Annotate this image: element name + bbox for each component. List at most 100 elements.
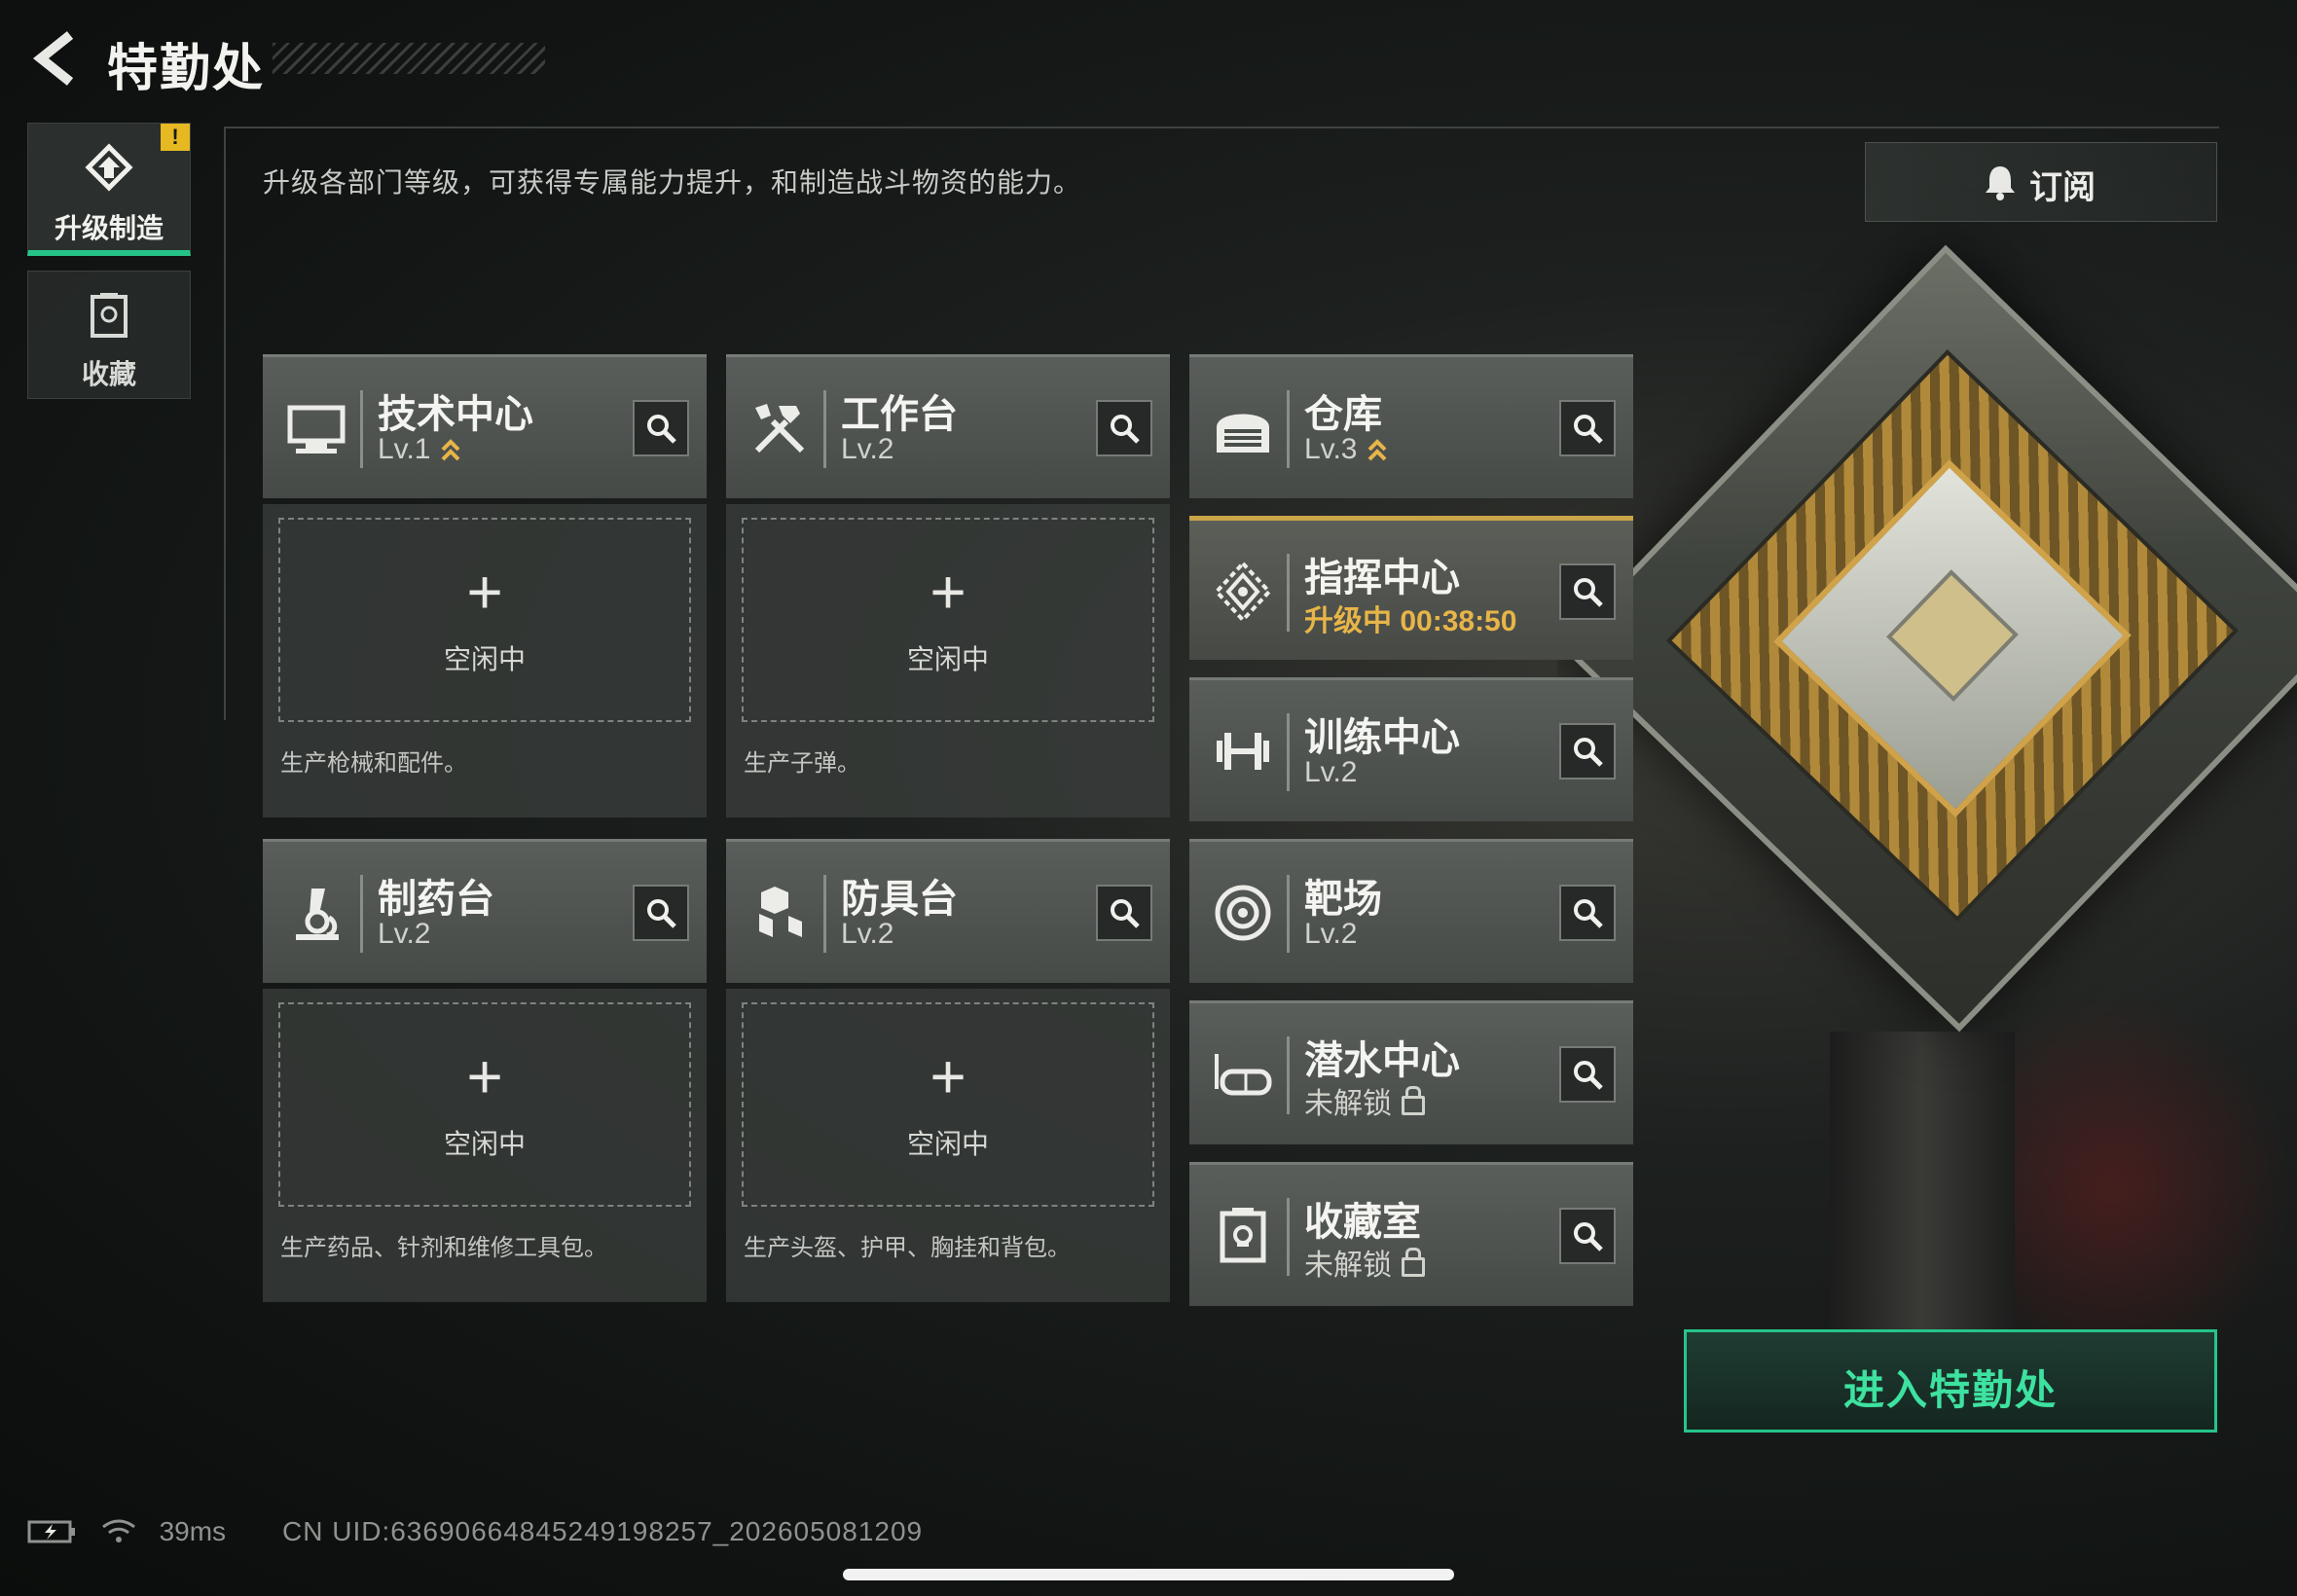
production-slot-tech-center[interactable]: + 空闲中 生产枪械和配件。 [263,504,707,817]
search-icon [1574,738,1603,767]
search-button[interactable] [1096,400,1152,456]
facility-card-warehouse[interactable]: 仓库 Lv.3 [1189,354,1633,498]
facility-level: Lv.1 [378,433,461,466]
back-arrow-icon[interactable] [27,29,86,88]
facility-level: Lv.2 [378,918,431,950]
facility-card-armor-bench[interactable]: 防具台 Lv.2 [726,839,1170,983]
lock-icon [1402,1248,1425,1277]
facility-name: 靶场 [1304,878,1382,921]
enter-special-ops-button[interactable]: 进入特勤处 [1684,1329,2217,1433]
slot-status: 空闲中 [906,1129,989,1159]
facility-card-pharmacy[interactable]: 制药台 Lv.2 [263,839,707,983]
page-title: 特勤处 [107,41,266,97]
card-separator [823,875,826,953]
search-button[interactable] [1559,723,1616,780]
sidebar-tab-label: 收藏 [81,359,136,389]
bell-icon [1986,166,2015,200]
armor-icon [759,887,802,937]
facility-card-collection-room[interactable]: 收藏室 未解锁 [1189,1162,1633,1306]
facility-level: Lv.2 [841,433,894,465]
subscribe-button[interactable]: 订阅 [1865,142,2217,222]
search-button[interactable] [633,400,689,456]
facility-card-command-center[interactable]: 指挥中心 升级中 00:38:50 [1189,516,1633,660]
facility-card-workbench[interactable]: 工作台 Lv.2 [726,354,1170,498]
slot-status: 空闲中 [906,644,989,674]
search-button[interactable] [1559,1046,1616,1103]
search-icon [647,899,676,928]
search-button[interactable] [1096,885,1152,941]
sidebar-tab-label: 升级制造 [54,213,164,243]
search-icon [1574,899,1603,928]
wifi-icon [101,1519,135,1542]
ping-value: 39ms [159,1515,227,1546]
slot-status: 空闲中 [443,644,526,674]
facility-card-tech-center[interactable]: 技术中心 Lv.1 [263,354,707,498]
production-slot-armor-bench[interactable]: + 空闲中 生产头盔、护甲、胸挂和背包。 [726,989,1170,1302]
warehouse-icon [1217,414,1269,453]
card-separator [1287,1198,1290,1276]
battery-icon [27,1520,75,1543]
subscribe-label: 订阅 [2029,169,2096,206]
add-plus-icon: + [466,557,503,627]
upgrade-timer: 升级中 00:38:50 [1304,605,1517,637]
slot-note: 生产子弹。 [744,750,860,777]
title-decoration [273,43,545,74]
command-icon [1214,561,1272,623]
upgrade-icon [85,143,133,192]
card-separator [1287,554,1290,632]
search-button[interactable] [1559,885,1616,941]
facility-name: 训练中心 [1304,716,1460,759]
facility-level: Lv.2 [841,918,894,950]
facility-card-training-center[interactable]: 训练中心 Lv.2 [1189,677,1633,821]
sidebar-tab-collection[interactable]: 收藏 [27,271,191,399]
add-plus-icon: + [930,1041,966,1111]
header-bar: 特勤处 [0,0,681,117]
alert-badge: ! [161,124,190,151]
production-slot-workbench[interactable]: + 空闲中 生产子弹。 [726,504,1170,817]
card-separator [1287,1036,1290,1114]
slot-status: 空闲中 [443,1129,526,1159]
search-button[interactable] [633,885,689,941]
facility-card-shooting-range[interactable]: 靶场 Lv.2 [1189,839,1633,983]
upgrade-chevron-icon [1368,439,1387,461]
trophy-icon [1220,1208,1266,1263]
rotating-cube-artwork [1558,244,2297,1033]
search-button[interactable] [1559,563,1616,620]
home-indicator[interactable] [843,1569,1454,1580]
facility-level: Lv.3 [1304,433,1388,466]
upgrade-chevron-icon [442,439,460,461]
background-scene [1557,117,2297,1431]
card-separator [1287,875,1290,953]
page-description: 升级各部门等级，可获得专属能力提升，和制造战斗物资的能力。 [263,167,1082,198]
production-slot-pharmacy[interactable]: + 空闲中 生产药品、针剂和维修工具包。 [263,989,707,1302]
facility-card-diving-center[interactable]: 潜水中心 未解锁 [1189,1000,1633,1144]
card-separator [823,390,826,468]
frame-left-line [224,127,226,720]
search-icon [1574,1222,1603,1251]
facility-name: 指挥中心 [1304,557,1460,599]
search-button[interactable] [1559,400,1616,456]
facility-name: 技术中心 [378,393,533,436]
facility-name: 潜水中心 [1304,1039,1460,1082]
collection-icon [91,293,128,338]
facility-name: 收藏室 [1304,1201,1421,1244]
card-separator [360,390,363,468]
microscope-icon [296,889,339,940]
facility-lock-status: 未解锁 [1304,1241,1425,1284]
search-icon [1574,1061,1603,1090]
sidebar-tab-upgrade[interactable]: ! 升级制造 [27,123,191,256]
card-separator [360,875,363,953]
dumbbell-icon [1217,733,1269,770]
target-icon [1215,885,1271,941]
slot-note: 生产头盔、护甲、胸挂和背包。 [744,1235,1071,1261]
add-plus-icon: + [930,557,966,627]
facility-name: 仓库 [1304,393,1382,436]
facility-name: 工作台 [841,393,958,436]
monitor-icon [287,405,346,453]
facility-level: Lv.2 [1304,756,1358,788]
status-bar: 39ms [27,1514,226,1547]
search-button[interactable] [1559,1208,1616,1264]
lock-icon [1402,1086,1425,1115]
slot-note: 生产药品、针剂和维修工具包。 [280,1235,607,1261]
facility-name: 制药台 [378,878,494,921]
